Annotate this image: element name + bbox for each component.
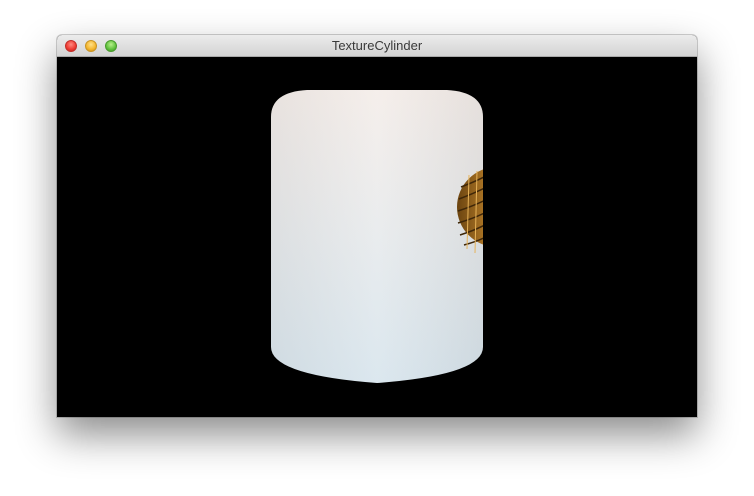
title-bar[interactable]: TextureCylinder bbox=[57, 35, 697, 57]
textured-cylinder bbox=[271, 90, 483, 383]
app-window: TextureCylinder bbox=[57, 35, 697, 417]
cylinder-viewport bbox=[271, 90, 483, 383]
window-title: TextureCylinder bbox=[331, 38, 423, 53]
render-canvas[interactable] bbox=[57, 57, 697, 417]
